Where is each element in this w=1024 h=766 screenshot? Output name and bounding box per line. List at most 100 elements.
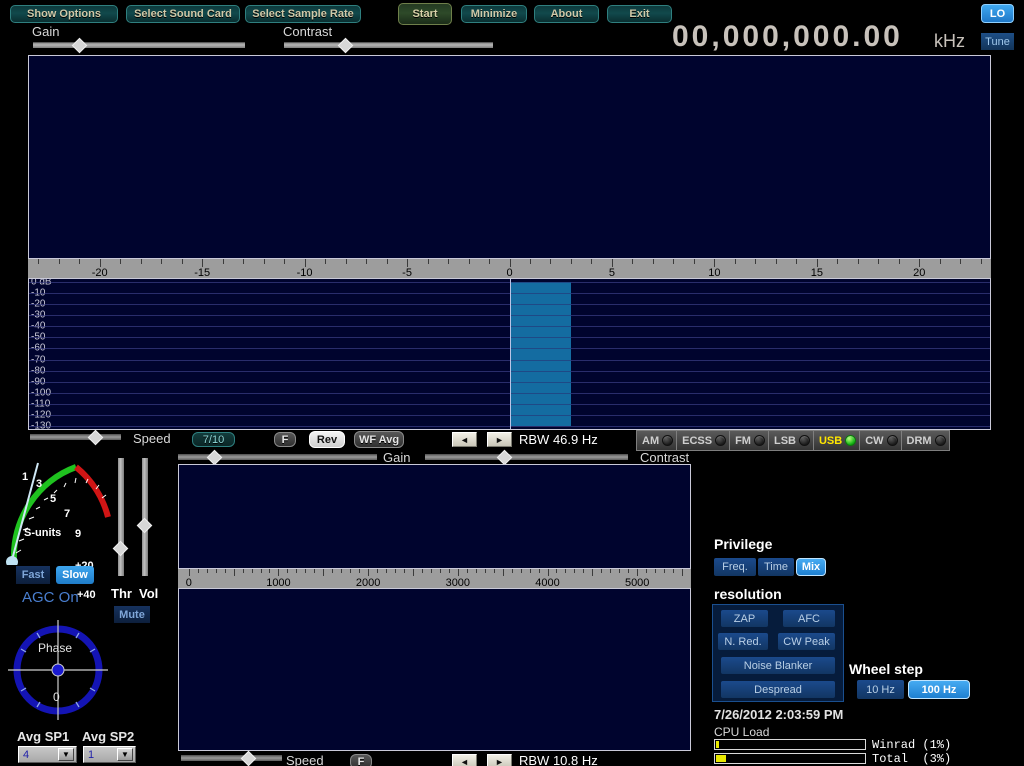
avg-sp2-combo[interactable]: 1 ▼ — [83, 746, 136, 763]
mode-led-indicator — [715, 435, 727, 446]
mode-button-lsb[interactable]: LSB — [767, 430, 813, 451]
audio-spectrum-display[interactable] — [178, 588, 691, 751]
audio-scale-tick — [493, 569, 495, 573]
mode-label: USB — [818, 434, 843, 447]
audio-frequency-scale[interactable]: 0 1000 2000 3000 4000 5000 — [178, 569, 691, 588]
spectrum-speed-value[interactable]: 7/10 — [192, 432, 235, 447]
toolbar-button-select-sample-rate[interactable]: Select Sample Rate — [245, 5, 361, 23]
agc-status-label[interactable]: AGC On — [22, 589, 79, 606]
audio-rbw-increase-button[interactable]: ► — [487, 754, 512, 766]
tuning-cursor-line[interactable] — [509, 279, 511, 429]
scale-tick — [38, 259, 40, 264]
rbw-decrease-button[interactable]: ◄ — [452, 432, 477, 447]
volume-slider-track[interactable] — [136, 458, 153, 576]
agc-slow-button[interactable]: Slow — [56, 566, 94, 584]
spectrum-wfavg-button[interactable]: WF Avg — [354, 431, 404, 448]
mode-button-cw[interactable]: CW — [859, 430, 901, 451]
phase-dial[interactable] — [8, 620, 108, 720]
scale-tick — [714, 259, 716, 267]
audio-scale-tick — [664, 569, 666, 573]
spectrum-f-button[interactable]: F — [274, 432, 296, 447]
scale-tick — [611, 259, 613, 267]
rbw-increase-button[interactable]: ► — [487, 432, 512, 447]
waterfall-display[interactable] — [28, 55, 991, 259]
rf-spectrum-display[interactable]: 0 dB-10-20-30-40-50-60-70-80-90-100-110-… — [28, 278, 991, 430]
spectrum-misc-slider-track[interactable] — [30, 429, 121, 446]
scale-tick — [570, 259, 572, 264]
audio-waterfall-display[interactable] — [178, 464, 691, 569]
audio-scale-tick-label: 0 — [185, 577, 192, 588]
chevron-down-icon[interactable]: ▼ — [58, 748, 74, 761]
dsp-button-afc[interactable]: AFC — [783, 610, 835, 627]
mode-button-ecss[interactable]: ECSS — [676, 430, 730, 451]
audio-scale-tick-label: 3000 — [445, 577, 471, 588]
wheel-step-button-10hz[interactable]: 10 Hz — [857, 680, 904, 699]
threshold-slider-track[interactable] — [112, 458, 129, 576]
privilege-button-freq[interactable]: Freq. — [714, 558, 756, 576]
frequency-unit-label: kHz — [934, 31, 965, 51]
chevron-down-icon[interactable]: ▼ — [117, 748, 133, 761]
audio-gain-slider-knob[interactable] — [206, 449, 223, 466]
scale-tick-label: -20 — [91, 267, 108, 278]
rf-frequency-scale[interactable]: -20 -15 -10 -5 0 5 10 15 20 — [28, 259, 991, 278]
mode-led-indicator — [798, 435, 810, 446]
dsp-button-zap[interactable]: ZAP — [721, 610, 768, 627]
dsp-button-noise-blanker[interactable]: Noise Blanker — [721, 657, 835, 674]
spectrum-rev-button[interactable]: Rev — [309, 431, 345, 448]
scale-tick — [734, 259, 736, 264]
audio-scale-tick — [637, 569, 639, 576]
audio-scale-tick-label: 5000 — [624, 577, 650, 588]
mode-button-am[interactable]: AM — [636, 430, 677, 451]
toolbar-button-about[interactable]: About — [534, 5, 599, 23]
mode-button-fm[interactable]: FM — [729, 430, 768, 451]
scale-tick-label: 5 — [608, 267, 615, 278]
dsp-button-n-red[interactable]: N. Red. — [718, 633, 768, 650]
audio-scale-tick — [251, 569, 253, 573]
audio-scale-tick — [457, 569, 459, 576]
toolbar-button-show-options[interactable]: Show Options — [10, 5, 118, 23]
volume-slider-knob[interactable] — [136, 517, 153, 534]
audio-rbw-decrease-button[interactable]: ◄ — [452, 754, 477, 766]
avg-sp1-combo[interactable]: 4 ▼ — [18, 746, 77, 763]
privilege-button-mix[interactable]: Mix — [796, 558, 826, 576]
toolbar-button-select-sound-card[interactable]: Select Sound Card — [126, 5, 240, 23]
wheel-step-button-100hz[interactable]: 100 Hz — [908, 680, 970, 699]
dsp-button-cw-peak[interactable]: CW Peak — [778, 633, 835, 650]
avg-sp2-value: 1 — [88, 748, 95, 761]
winrad-main-window: Show Options Select Sound Card Select Samp… — [0, 0, 1024, 766]
mode-button-usb[interactable]: USB — [812, 430, 860, 451]
audio-scale-tick — [475, 569, 477, 573]
threshold-slider-knob[interactable] — [112, 540, 129, 557]
agc-fast-button[interactable]: Fast — [16, 566, 50, 584]
audio-speed-slider-track[interactable] — [181, 750, 282, 766]
mode-led-indicator — [934, 435, 946, 446]
toolbar-button-exit[interactable]: Exit — [607, 5, 672, 23]
dsp-button-despread[interactable]: Despread — [721, 681, 835, 698]
spectrum-speed-label: Speed — [133, 431, 171, 446]
waterfall-contrast-slider-track[interactable] — [284, 37, 493, 54]
frequency-display[interactable]: 00,000,000.00 — [672, 20, 903, 54]
audio-f-button[interactable]: F — [350, 754, 372, 766]
mute-button[interactable]: Mute — [114, 606, 150, 623]
toolbar-button-start[interactable]: Start — [398, 3, 452, 25]
audio-scale-tick — [430, 569, 432, 573]
waterfall-contrast-slider-knob[interactable] — [337, 37, 354, 54]
audio-contrast-slider-track[interactable] — [425, 449, 628, 466]
scale-tick — [509, 259, 511, 267]
mode-button-drm[interactable]: DRM — [900, 430, 950, 451]
audio-speed-slider-knob[interactable] — [240, 750, 257, 766]
waterfall-gain-slider-knob[interactable] — [71, 37, 88, 54]
privilege-button-time[interactable]: Time — [758, 558, 794, 576]
toolbar-button-minimize[interactable]: Minimize — [461, 5, 527, 23]
cpu-load-bar-fill — [716, 755, 726, 762]
lo-button[interactable]: LO — [981, 4, 1014, 23]
waterfall-gain-slider-track[interactable] — [33, 37, 245, 54]
audio-scale-tick — [583, 569, 585, 573]
audio-contrast-slider-knob[interactable] — [496, 449, 513, 466]
audio-scale-tick — [448, 569, 450, 573]
scale-tick — [755, 259, 757, 264]
spectrum-misc-slider-knob[interactable] — [87, 429, 104, 446]
tune-button[interactable]: Tune — [981, 33, 1014, 50]
audio-gain-slider-track[interactable] — [178, 449, 377, 466]
mode-label: CW — [865, 434, 884, 447]
